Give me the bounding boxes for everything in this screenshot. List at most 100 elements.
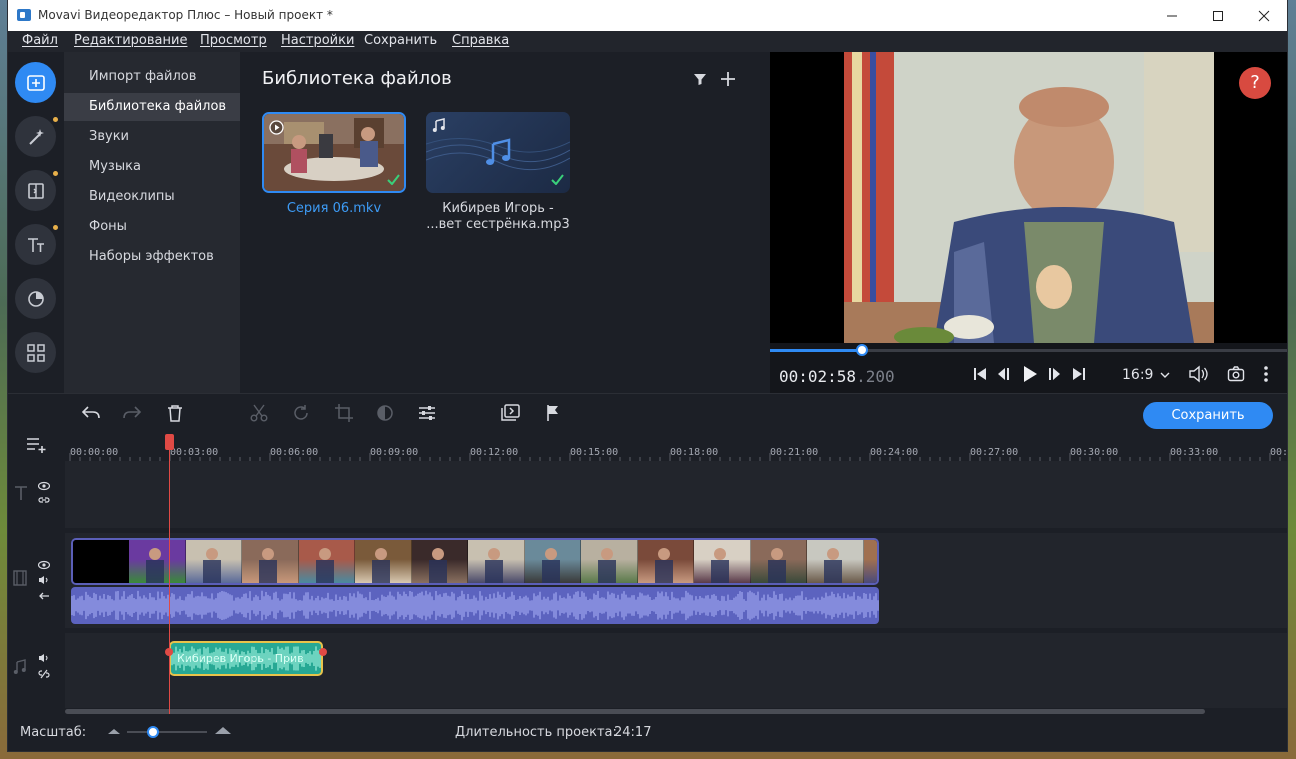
add-icon[interactable] (720, 71, 736, 87)
crop-button[interactable] (334, 403, 354, 423)
menu-edit[interactable]: Редактирование (74, 33, 187, 48)
preview-player: ? 00:02:58.200 16:9 (770, 52, 1287, 393)
clip-end-handle[interactable] (319, 648, 327, 656)
figure-head (770, 548, 783, 560)
figure-body (485, 560, 504, 583)
undo-icon (81, 406, 100, 419)
video-audio-waveform[interactable] (71, 587, 879, 624)
detach-audio-icon[interactable] (38, 591, 50, 601)
clip-thumbnail-frame (242, 540, 299, 583)
volume-icon[interactable] (38, 653, 50, 663)
filters-tool-button[interactable] (15, 278, 56, 319)
export-clip-button[interactable] (501, 403, 521, 423)
clip-thumbnail-frame (468, 540, 525, 583)
figure-head (431, 548, 444, 560)
nav-item-library[interactable]: Библиотека файлов (64, 93, 240, 121)
more-options-icon[interactable] (1263, 365, 1269, 383)
more-tools-button[interactable] (15, 332, 56, 373)
video-file-name[interactable]: Серия 06.mkv (254, 201, 414, 217)
menu-file[interactable]: Файл (22, 33, 58, 48)
seek-handle[interactable] (856, 344, 869, 356)
playhead-handle[interactable] (165, 434, 174, 450)
figure-body (372, 560, 391, 583)
audio-file-name[interactable]: Кибирев Игорь - ...вет сестрёнка.mp3 (418, 201, 578, 233)
skip-start-icon[interactable] (973, 366, 987, 382)
flag-icon (547, 405, 558, 421)
aspect-ratio-select[interactable]: 16:9 (1122, 367, 1170, 383)
filter-icon[interactable] (693, 72, 707, 86)
maximize-button[interactable] (1195, 0, 1241, 31)
volume-icon[interactable] (38, 575, 50, 585)
window-title: Movavi Видеоредактор Плюс – Новый проект… (38, 8, 333, 22)
undo-button[interactable] (81, 403, 101, 423)
redo-icon (123, 406, 142, 419)
color-adjust-button[interactable] (375, 403, 395, 423)
file-library-panel: Библиотека файлов Серия 06.mkv Кибирев И… (240, 52, 770, 393)
menu-view[interactable]: Просмотр (200, 33, 267, 48)
chevron-down-icon (1160, 372, 1170, 378)
snapshot-icon[interactable] (1227, 365, 1245, 383)
audio-file-thumbnail[interactable] (426, 112, 570, 193)
tool-sidebar (8, 52, 64, 393)
figure-body (824, 560, 843, 583)
menu-save[interactable]: Сохранить (364, 33, 437, 48)
import-tool-button[interactable] (15, 62, 56, 103)
play-icon[interactable] (1022, 364, 1038, 384)
nav-item-effect-packs[interactable]: Наборы эффектов (64, 243, 240, 271)
cut-button[interactable] (249, 403, 269, 423)
clip-thumbnail-frame (694, 540, 751, 583)
audio-waveform (71, 590, 879, 621)
zoom-slider[interactable] (127, 726, 207, 738)
unlink-icon[interactable] (38, 669, 50, 679)
magic-wand-icon (28, 128, 44, 145)
music-clip[interactable]: Кибирев Игорь - Прив (169, 641, 323, 676)
eye-icon[interactable] (38, 560, 50, 570)
add-track-icon[interactable] (26, 436, 48, 454)
zoom-in-icon[interactable] (215, 726, 231, 734)
menu-settings[interactable]: Настройки (281, 33, 354, 48)
clip-thumbnail-frame (525, 540, 581, 583)
sliders-icon (419, 406, 435, 420)
nav-item-sounds[interactable]: Звуки (64, 123, 240, 151)
link-icon[interactable] (38, 495, 50, 505)
figure-head (826, 548, 839, 560)
titles-tool-button[interactable] (15, 224, 58, 265)
delete-button[interactable] (165, 403, 185, 423)
clip-properties-button[interactable] (417, 403, 437, 423)
next-frame-icon[interactable] (1048, 366, 1062, 382)
figure-body (767, 560, 786, 583)
effects-tool-button[interactable] (15, 116, 58, 157)
zoom-out-icon[interactable] (108, 728, 120, 734)
minimize-button[interactable] (1149, 0, 1195, 31)
title-track-header (8, 461, 65, 528)
added-check-icon (387, 174, 400, 185)
video-clip[interactable] (71, 538, 879, 585)
transitions-tool-button[interactable] (15, 170, 58, 211)
marker-button[interactable] (543, 403, 563, 423)
nav-item-import[interactable]: Импорт файлов (64, 63, 240, 91)
close-button[interactable] (1241, 0, 1287, 31)
volume-icon[interactable] (1188, 365, 1210, 383)
eye-icon[interactable] (38, 481, 50, 491)
prev-frame-icon[interactable] (996, 366, 1010, 382)
playhead-line (169, 436, 170, 714)
title-track[interactable] (65, 461, 1287, 528)
video-file-thumbnail[interactable] (262, 112, 406, 193)
help-button[interactable]: ? (1239, 67, 1271, 99)
timeline-toolbar: Сохранить (8, 393, 1287, 431)
clip-thumbnail-frame (129, 540, 186, 583)
save-button[interactable]: Сохранить (1143, 402, 1273, 429)
skip-end-icon[interactable] (1072, 366, 1086, 382)
nav-item-backgrounds[interactable]: Фоны (64, 213, 240, 241)
ruler-minor-ticks (69, 453, 1281, 461)
nav-item-music[interactable]: Музыка (64, 153, 240, 181)
import-category-nav: Импорт файлов Библиотека файлов Звуки Му… (64, 52, 240, 393)
seek-bar[interactable] (770, 344, 1287, 356)
redo-button[interactable] (122, 403, 142, 423)
filters-icon (27, 290, 44, 307)
figure-body (146, 560, 165, 583)
rotate-button[interactable] (291, 403, 311, 423)
zoom-slider-handle[interactable] (147, 726, 159, 738)
nav-item-videoclips[interactable]: Видеоклипы (64, 183, 240, 211)
menu-help[interactable]: Справка (452, 33, 509, 48)
